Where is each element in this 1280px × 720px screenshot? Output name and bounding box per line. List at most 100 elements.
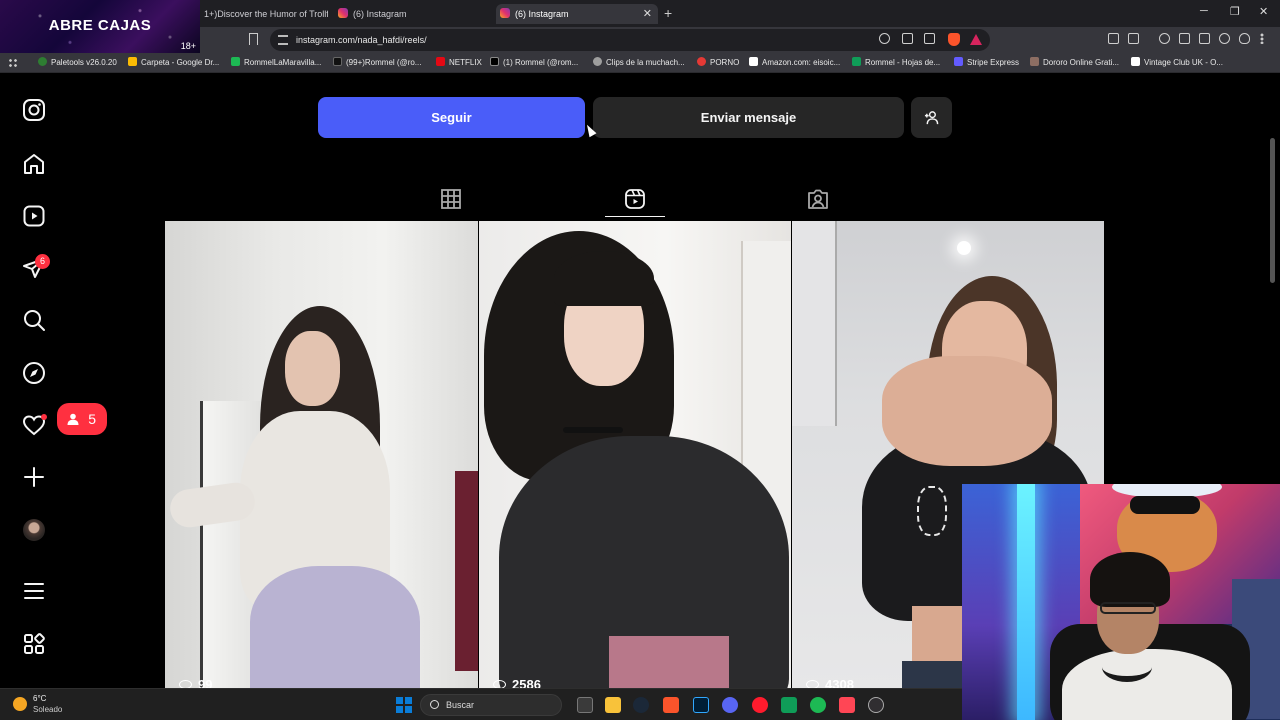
bookmark-item[interactable]: (99+)Rommel (@ro... bbox=[333, 53, 421, 73]
instagram-logo-icon[interactable] bbox=[22, 98, 46, 122]
zoom-icon[interactable] bbox=[879, 33, 890, 44]
minimize-icon[interactable]: ─ bbox=[1200, 5, 1208, 17]
bangs-shape bbox=[554, 251, 654, 306]
search-icon bbox=[430, 700, 439, 709]
active-tab-indicator bbox=[605, 216, 665, 217]
tagged-icon[interactable] bbox=[807, 188, 829, 210]
explore-icon[interactable] bbox=[22, 361, 46, 385]
instagram-favicon-icon bbox=[338, 8, 348, 18]
close-window-icon[interactable]: ✕ bbox=[1259, 5, 1268, 18]
extensions-icon[interactable] bbox=[1108, 33, 1119, 44]
face-shape bbox=[285, 331, 340, 406]
apps-grid-icon[interactable] bbox=[8, 58, 18, 68]
home-icon[interactable] bbox=[22, 152, 46, 176]
bookmark-item[interactable]: PORNO bbox=[697, 53, 739, 73]
posts-grid-icon[interactable] bbox=[440, 188, 462, 210]
follow-button[interactable]: Seguir bbox=[318, 97, 585, 138]
tab-label: (6) Instagram bbox=[515, 9, 569, 19]
task-view-icon[interactable] bbox=[577, 697, 593, 713]
search-icon[interactable] bbox=[22, 308, 46, 332]
weather-condition[interactable]: Soleado bbox=[33, 705, 62, 714]
window-shape bbox=[792, 221, 837, 426]
reels-tab-icon[interactable] bbox=[624, 188, 646, 210]
bookmark-label: Amazon.com: eisoic... bbox=[762, 58, 841, 67]
windows-start-icon[interactable] bbox=[396, 697, 412, 713]
brave-icon[interactable] bbox=[663, 697, 679, 713]
obs-icon[interactable] bbox=[868, 697, 884, 713]
bookmark-item[interactable]: Stripe Express bbox=[954, 53, 1019, 73]
wallet-icon[interactable] bbox=[1199, 33, 1210, 44]
create-icon[interactable] bbox=[22, 465, 46, 489]
page-scrollbar[interactable] bbox=[1270, 138, 1275, 283]
reels-icon[interactable] bbox=[22, 204, 46, 228]
file-explorer-icon[interactable] bbox=[605, 697, 621, 713]
bookmark-label: Rommel - Hojas de... bbox=[865, 58, 941, 67]
leo-ai-icon[interactable] bbox=[1219, 33, 1230, 44]
vpn-shield-icon[interactable] bbox=[1239, 33, 1250, 44]
stream-overlay-banner: ABRE CAJAS 18+ bbox=[0, 0, 200, 53]
share-icon[interactable] bbox=[924, 33, 935, 44]
site-settings-icon[interactable] bbox=[278, 35, 288, 45]
bookmark-item[interactable]: NETFLIX bbox=[436, 53, 482, 73]
bookmark-item[interactable]: Clips de la muchach... bbox=[593, 53, 685, 73]
menu-icon[interactable] bbox=[22, 579, 46, 603]
valorant-icon[interactable] bbox=[839, 697, 855, 713]
bookmark-item[interactable]: Rommel - Hojas de... bbox=[852, 53, 940, 73]
follow-requests-pill[interactable]: 5 bbox=[57, 403, 107, 435]
new-tab-button[interactable]: + bbox=[664, 4, 672, 22]
brave-rewards-icon[interactable] bbox=[970, 34, 982, 45]
tab-label: (6) Instagram bbox=[353, 9, 407, 19]
weather-temperature[interactable]: 6°C bbox=[33, 694, 46, 703]
hands-shape bbox=[882, 356, 1052, 466]
more-apps-icon[interactable] bbox=[22, 632, 46, 656]
steam-icon[interactable] bbox=[633, 697, 649, 713]
view-count: 99 bbox=[179, 677, 212, 688]
bookmark-label: PORNO bbox=[710, 58, 740, 67]
shirt-print-shape bbox=[917, 486, 947, 536]
view-count: 2586 bbox=[493, 677, 541, 688]
overlay-title: ABRE CAJAS bbox=[48, 17, 152, 34]
cast-icon[interactable] bbox=[902, 33, 913, 44]
bookmark-item[interactable]: Carpeta - Google Dr... bbox=[128, 53, 219, 73]
bookmark-item[interactable]: Paletools v26.0.20 bbox=[38, 53, 117, 73]
bookmark-favicon-icon bbox=[38, 57, 47, 66]
spotify-icon[interactable] bbox=[810, 697, 826, 713]
bookmark-item[interactable]: (1) Rommel (@rom... bbox=[490, 53, 578, 73]
reel-thumbnail[interactable]: 99 bbox=[165, 221, 478, 688]
view-count: 4308 bbox=[806, 677, 854, 688]
screenshot-icon[interactable] bbox=[1128, 33, 1139, 44]
taskbar-search[interactable]: Buscar bbox=[420, 694, 562, 716]
restore-icon[interactable]: ❐ bbox=[1230, 5, 1240, 18]
bookmark-favicon-icon bbox=[1131, 57, 1140, 66]
bookmark-label: (99+)Rommel (@ro... bbox=[346, 58, 422, 67]
notification-dot bbox=[41, 414, 47, 420]
discord-icon[interactable] bbox=[722, 697, 738, 713]
bookmark-item[interactable]: Dororo Online Grati... bbox=[1030, 53, 1119, 73]
skirt-shape bbox=[609, 636, 729, 688]
photoshop-icon[interactable] bbox=[693, 697, 709, 713]
tab-instagram-active[interactable]: (6) Instagram ✕ bbox=[496, 4, 658, 24]
profile-avatar[interactable] bbox=[23, 519, 45, 541]
sidebar-toggle-icon[interactable] bbox=[1179, 33, 1190, 44]
bookmark-item[interactable]: Amazon.com: eisoic... bbox=[749, 53, 840, 73]
bookmark-label: NETFLIX bbox=[449, 58, 482, 67]
opera-icon[interactable] bbox=[752, 697, 768, 713]
sun-icon[interactable] bbox=[13, 697, 27, 711]
bookmark-icon[interactable] bbox=[249, 33, 258, 45]
tab-trollface[interactable]: 1+)Discover the Humor of Trollface bbox=[200, 4, 328, 24]
media-icon[interactable] bbox=[1159, 33, 1170, 44]
bookmark-item[interactable]: Vintage Club UK - O... bbox=[1131, 53, 1223, 73]
bookmark-item[interactable]: RommelLaMaravilla... bbox=[231, 53, 321, 73]
sheets-icon[interactable] bbox=[781, 697, 797, 713]
bookmark-favicon-icon bbox=[697, 57, 706, 66]
reel-thumbnail[interactable]: 2586 bbox=[479, 221, 791, 688]
tab-instagram-1[interactable]: (6) Instagram bbox=[334, 4, 490, 24]
view-count-value: 99 bbox=[198, 677, 213, 688]
suggested-users-button[interactable] bbox=[911, 97, 952, 138]
close-tab-icon[interactable]: ✕ bbox=[643, 4, 652, 24]
browser-menu-icon[interactable] bbox=[1260, 33, 1264, 44]
send-message-button[interactable]: Enviar mensaje bbox=[593, 97, 904, 138]
webcam-overlay bbox=[962, 484, 1280, 720]
brave-shields-icon[interactable] bbox=[948, 33, 960, 46]
streamer-glasses-shape bbox=[1100, 602, 1156, 614]
